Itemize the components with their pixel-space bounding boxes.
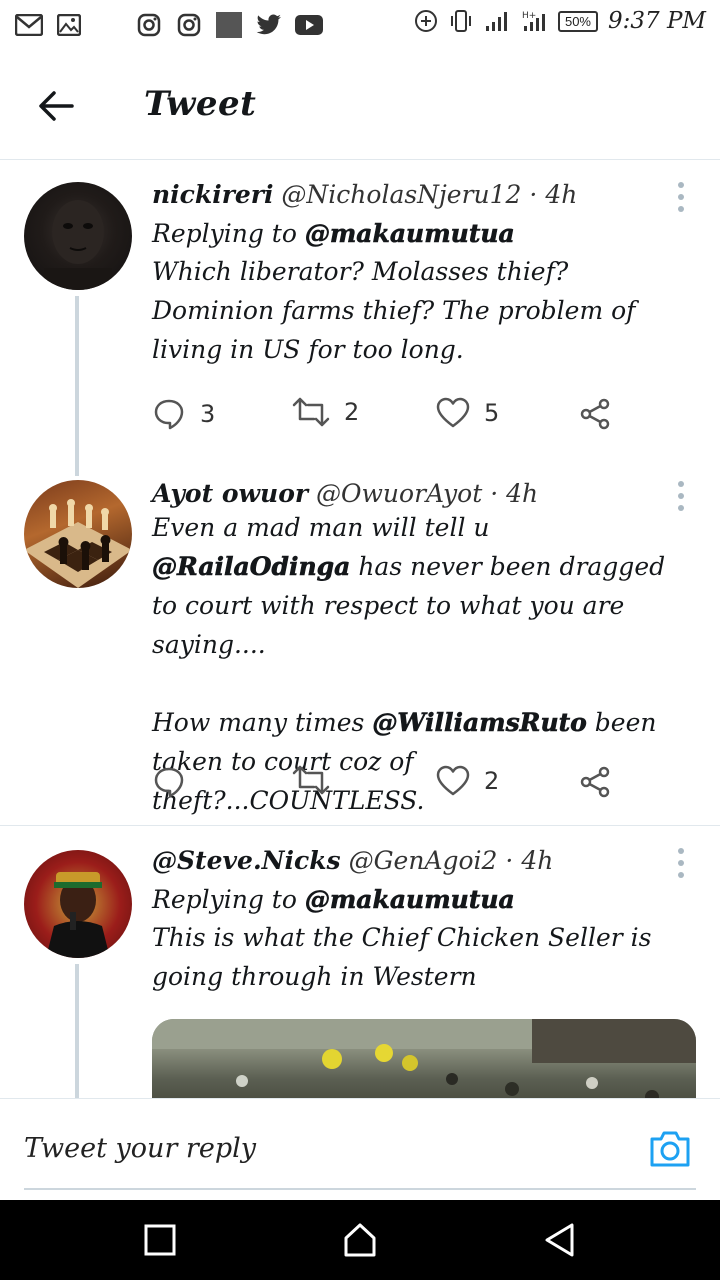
gallery-icon bbox=[54, 10, 84, 40]
heart-icon bbox=[436, 397, 470, 428]
twitter-icon bbox=[254, 10, 284, 40]
retweet-icon bbox=[292, 765, 330, 795]
tweet-meta: Ayot owuor @OwuorAyot · 4h bbox=[152, 479, 690, 508]
like-count: 5 bbox=[484, 399, 500, 427]
app-square-icon bbox=[214, 10, 244, 40]
more-options-button[interactable] bbox=[676, 481, 686, 511]
tweet-text: Which liberator? Molasses thief? Dominio… bbox=[152, 257, 636, 364]
tweet-meta: @Steve.Nicks @GenAgoi2 · 4h bbox=[152, 846, 690, 875]
author-handle[interactable]: @GenAgoi2 bbox=[349, 846, 498, 875]
home-button[interactable] bbox=[340, 1220, 380, 1260]
tweet-item[interactable]: Ayot owuor @OwuorAyot · 4h Even a mad ma… bbox=[0, 465, 720, 825]
replying-to: Replying to @makaumutua bbox=[152, 885, 690, 915]
share-button[interactable] bbox=[578, 397, 612, 431]
tweet-content: nickireri @NicholasNjeru12 · 4h Replying… bbox=[152, 180, 690, 369]
reply-input[interactable]: Tweet your reply bbox=[24, 1133, 256, 1164]
page-title: Tweet bbox=[144, 84, 257, 124]
tweet-time: 4h bbox=[506, 479, 539, 508]
signal-icon bbox=[485, 12, 507, 31]
tweet-actions: 3 2 5 bbox=[152, 397, 622, 437]
home-icon bbox=[344, 1223, 376, 1257]
author-name[interactable]: nickireri bbox=[152, 180, 273, 209]
notification-icons bbox=[14, 10, 324, 40]
signal-h-icon: H+ bbox=[522, 11, 545, 31]
tweet-item[interactable]: @Steve.Nicks @GenAgoi2 · 4h Replying to … bbox=[0, 826, 720, 1098]
reply-button[interactable] bbox=[152, 765, 200, 799]
tweet-text-segment: Even a mad man will tell u bbox=[152, 513, 490, 542]
separator-dot: · bbox=[529, 180, 538, 209]
battery-indicator: 50% bbox=[557, 10, 598, 32]
system-nav-bar bbox=[0, 1200, 720, 1280]
youtube-icon bbox=[294, 10, 324, 40]
separator-dot: · bbox=[490, 479, 499, 508]
avatar[interactable] bbox=[24, 850, 132, 958]
back-button[interactable] bbox=[34, 84, 78, 128]
tweet-media[interactable] bbox=[152, 1019, 696, 1098]
tweet-meta: nickireri @NicholasNjeru12 · 4h bbox=[152, 180, 690, 209]
author-name[interactable]: @Steve.Nicks bbox=[152, 846, 341, 875]
tweet-actions: 2 bbox=[152, 765, 622, 805]
tweet-time: 4h bbox=[521, 846, 554, 875]
triangle-back-icon bbox=[545, 1223, 574, 1257]
mention-link[interactable]: @makaumutua bbox=[305, 885, 516, 915]
author-handle[interactable]: @OwuorAyot bbox=[316, 479, 482, 508]
tweet-content: @Steve.Nicks @GenAgoi2 · 4h Replying to … bbox=[152, 846, 690, 996]
heart-icon bbox=[436, 765, 470, 796]
square-icon bbox=[144, 1224, 176, 1256]
instagram-icon-2 bbox=[174, 10, 204, 40]
mention-link[interactable]: @makaumutua bbox=[305, 219, 516, 249]
camera-icon bbox=[650, 1131, 690, 1167]
replying-to: Replying to @makaumutua bbox=[152, 219, 690, 249]
thread-line bbox=[75, 296, 79, 476]
gmail-icon bbox=[14, 10, 44, 40]
reply-icon bbox=[154, 767, 184, 798]
like-count: 2 bbox=[484, 767, 500, 795]
author-handle[interactable]: @NicholasNjeru12 bbox=[281, 180, 521, 209]
avatar[interactable] bbox=[24, 182, 132, 290]
recent-apps-button[interactable] bbox=[140, 1220, 180, 1260]
instagram-icon bbox=[134, 10, 164, 40]
reply-count: 3 bbox=[200, 400, 216, 428]
mention-link[interactable]: @RailaOdinga bbox=[152, 552, 351, 582]
replying-to-label: Replying to bbox=[152, 885, 297, 914]
more-options-button[interactable] bbox=[676, 848, 686, 878]
author-name[interactable]: Ayot owuor bbox=[152, 479, 308, 508]
clock: 9:37 PM bbox=[608, 8, 706, 34]
tweet-text-segment: How many times bbox=[152, 708, 365, 737]
status-bar: H+ 50% 9:37 PM bbox=[0, 0, 720, 50]
mention-link[interactable]: @WilliamsRuto bbox=[372, 708, 587, 738]
share-button[interactable] bbox=[578, 765, 612, 799]
thread-line bbox=[75, 964, 79, 1098]
retweet-icon bbox=[292, 397, 330, 427]
tweet-time: 4h bbox=[545, 180, 578, 209]
data-saver-icon bbox=[414, 10, 437, 32]
like-button[interactable]: 5 bbox=[436, 397, 499, 429]
replying-to-label: Replying to bbox=[152, 219, 297, 248]
separator-dot: · bbox=[505, 846, 514, 875]
vibrate-icon bbox=[450, 10, 471, 32]
reply-composer[interactable]: Tweet your reply bbox=[0, 1098, 720, 1200]
share-icon bbox=[580, 398, 610, 430]
retweet-button[interactable]: 2 bbox=[292, 397, 359, 427]
retweet-count: 2 bbox=[344, 398, 360, 426]
system-status: H+ 50% 9:37 PM bbox=[414, 8, 706, 34]
retweet-button[interactable] bbox=[292, 765, 344, 795]
arrow-left-icon bbox=[39, 91, 74, 121]
reply-button[interactable]: 3 bbox=[152, 397, 215, 431]
like-button[interactable]: 2 bbox=[436, 765, 499, 797]
app-header: Tweet bbox=[0, 50, 720, 160]
svg-text:H+: H+ bbox=[522, 11, 536, 21]
back-nav-button[interactable] bbox=[540, 1220, 580, 1260]
reply-icon bbox=[154, 399, 184, 430]
camera-button[interactable] bbox=[648, 1129, 692, 1173]
tweet-item[interactable]: nickireri @NicholasNjeru12 · 4h Replying… bbox=[0, 160, 720, 476]
avatar[interactable] bbox=[24, 480, 132, 588]
share-icon bbox=[580, 766, 610, 798]
tweet-text: This is what the Chief Chicken Seller is… bbox=[152, 923, 652, 991]
reply-input-underline bbox=[24, 1188, 696, 1190]
more-options-button[interactable] bbox=[676, 182, 686, 212]
